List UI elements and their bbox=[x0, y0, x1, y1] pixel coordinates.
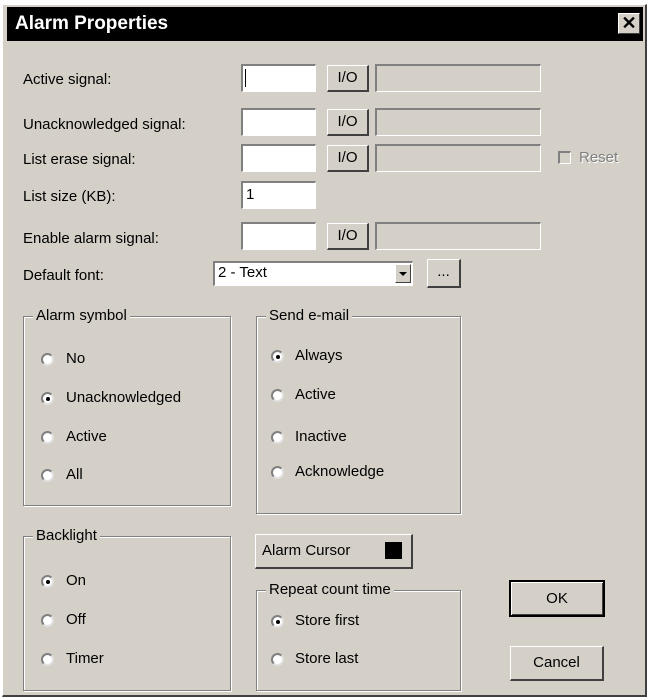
reset-checkbox[interactable] bbox=[558, 151, 571, 164]
unack-signal-label: Unacknowledged signal: bbox=[23, 116, 186, 133]
unack-signal-input[interactable] bbox=[241, 108, 316, 136]
active-signal-display bbox=[375, 64, 541, 92]
alarm-symbol-unacknowledged-label: Unacknowledged bbox=[66, 389, 182, 406]
cancel-button[interactable]: Cancel bbox=[510, 646, 604, 681]
alarm-symbol-active-label: Active bbox=[66, 428, 107, 445]
alarm-symbol-all-label: All bbox=[66, 466, 83, 483]
active-signal-io-button[interactable]: I/O bbox=[327, 65, 369, 92]
backlight-timer-radio[interactable] bbox=[41, 653, 54, 666]
enable-signal-label: Enable alarm signal: bbox=[23, 230, 159, 247]
send-email-active-label: Active bbox=[295, 386, 336, 403]
repeat-count-legend: Repeat count time bbox=[266, 581, 394, 598]
chevron-down-icon[interactable] bbox=[395, 264, 411, 283]
active-signal-label: Active signal: bbox=[23, 71, 112, 88]
backlight-legend: Backlight bbox=[33, 527, 100, 544]
erase-signal-label: List erase signal: bbox=[23, 151, 136, 168]
repeat-store-first-radio[interactable] bbox=[271, 615, 284, 628]
repeat-store-first-label: Store first bbox=[295, 612, 360, 629]
list-size-input[interactable]: 1 bbox=[241, 181, 316, 209]
default-font-select[interactable]: 2 - Text bbox=[213, 261, 413, 286]
alarm-symbol-active-radio[interactable] bbox=[41, 431, 54, 444]
backlight-timer-label: Timer bbox=[66, 650, 104, 667]
alarm-symbol-no-radio[interactable] bbox=[41, 353, 54, 366]
unack-signal-io-button[interactable]: I/O bbox=[327, 109, 369, 136]
backlight-off-radio[interactable] bbox=[41, 614, 54, 627]
send-email-always-radio[interactable] bbox=[271, 350, 284, 363]
enable-signal-display bbox=[375, 222, 541, 250]
send-email-inactive-radio[interactable] bbox=[271, 431, 284, 444]
alarm-symbol-no-label: No bbox=[66, 350, 86, 367]
default-font-value: 2 - Text bbox=[218, 264, 267, 281]
close-icon: ✕ bbox=[621, 13, 637, 33]
erase-signal-io-button[interactable]: I/O bbox=[327, 145, 369, 172]
list-size-label: List size (KB): bbox=[23, 188, 116, 205]
send-email-acknowledge-label: Acknowledge bbox=[295, 463, 385, 480]
backlight-off-label: Off bbox=[66, 611, 86, 628]
font-browse-button[interactable]: ... bbox=[427, 259, 461, 288]
alarm-cursor-label: Alarm Cursor bbox=[262, 542, 351, 559]
alarm-symbol-group bbox=[23, 316, 231, 506]
backlight-group bbox=[23, 536, 231, 691]
title-bar: Alarm Properties ✕ bbox=[7, 7, 643, 41]
enable-signal-io-button[interactable]: I/O bbox=[327, 223, 369, 250]
alarm-symbol-all-radio[interactable] bbox=[41, 469, 54, 482]
erase-signal-display bbox=[375, 144, 541, 172]
reset-label: Reset bbox=[579, 149, 619, 166]
send-email-active-radio[interactable] bbox=[271, 389, 284, 402]
alarm-properties-dialog: Alarm Properties ✕ Active signal: I/O Un… bbox=[2, 4, 647, 697]
alarm-symbol-unacknowledged-radio[interactable] bbox=[41, 392, 54, 405]
close-button[interactable]: ✕ bbox=[618, 13, 640, 34]
erase-signal-input[interactable] bbox=[241, 144, 316, 172]
send-email-inactive-label: Inactive bbox=[295, 428, 347, 445]
enable-signal-input[interactable] bbox=[241, 222, 316, 250]
alarm-cursor-color-swatch bbox=[385, 542, 402, 559]
send-email-legend: Send e-mail bbox=[266, 307, 353, 324]
repeat-store-last-radio[interactable] bbox=[271, 653, 284, 666]
alarm-cursor-button[interactable]: Alarm Cursor bbox=[255, 534, 413, 569]
repeat-count-group bbox=[256, 590, 461, 691]
send-email-acknowledge-radio[interactable] bbox=[271, 466, 284, 479]
alarm-symbol-legend: Alarm symbol bbox=[33, 307, 130, 324]
dialog-title: Alarm Properties bbox=[15, 13, 169, 34]
active-signal-input[interactable] bbox=[241, 64, 316, 92]
default-font-label: Default font: bbox=[23, 267, 104, 284]
send-email-group bbox=[256, 316, 461, 514]
backlight-on-label: On bbox=[66, 572, 87, 589]
backlight-on-radio[interactable] bbox=[41, 575, 54, 588]
send-email-always-label: Always bbox=[295, 347, 343, 364]
repeat-store-last-label: Store last bbox=[295, 650, 359, 667]
ok-button[interactable]: OK bbox=[509, 580, 605, 617]
unack-signal-display bbox=[375, 108, 541, 136]
